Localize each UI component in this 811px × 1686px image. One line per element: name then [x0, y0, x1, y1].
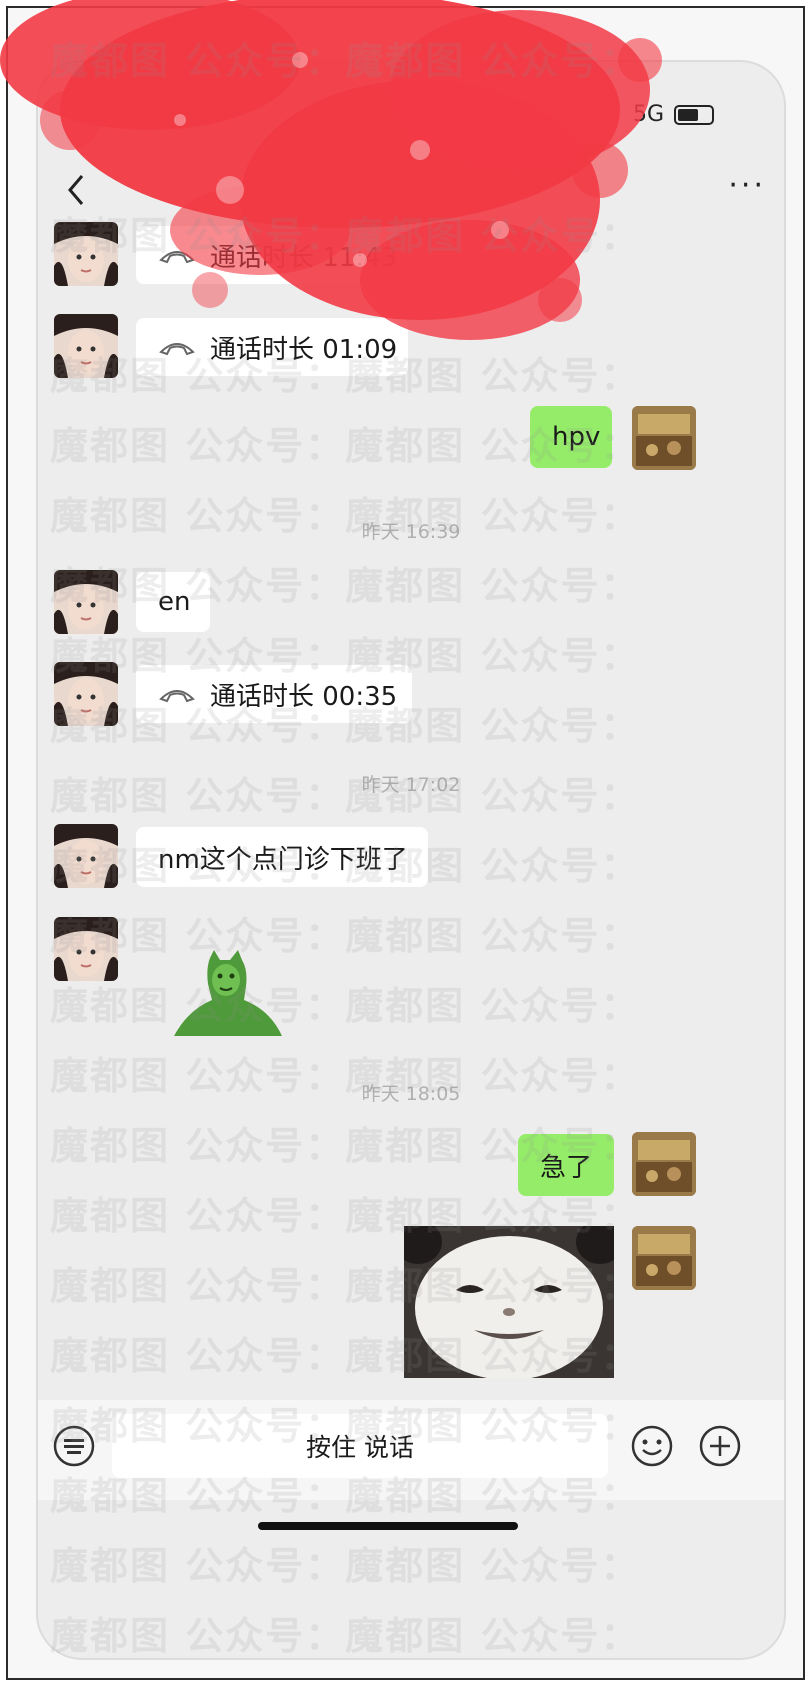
phone-call-icon — [158, 246, 196, 264]
voice-keyboard-icon[interactable] — [52, 1424, 96, 1468]
more-icon[interactable]: ··· — [728, 171, 766, 201]
emoji-icon[interactable] — [630, 1424, 674, 1468]
friend-avatar[interactable] — [54, 222, 118, 286]
phone-call-icon — [158, 338, 196, 356]
outgoing-message-bubble[interactable]: 急了 — [518, 1134, 614, 1196]
self-avatar[interactable] — [632, 406, 696, 470]
phone-screen: 5G ··· 通话时长 11:43 通话时长 01:09 hpv 昨天 16:3… — [36, 60, 786, 1660]
friend-avatar[interactable] — [54, 570, 118, 634]
call-duration-label: 通话时长 00:35 — [210, 681, 398, 712]
input-bar: 按住 说话 — [38, 1400, 784, 1500]
outgoing-message-bubble[interactable]: hpv — [530, 406, 612, 468]
screenshot-frame: 5G ··· 通话时长 11:43 通话时长 01:09 hpv 昨天 16:3… — [6, 6, 805, 1680]
message-text: en — [158, 587, 191, 617]
chevron-left-icon[interactable] — [58, 168, 94, 212]
phone-call-icon — [158, 685, 196, 703]
friend-avatar[interactable] — [54, 662, 118, 726]
chat-header: ··· — [38, 162, 784, 222]
timestamp: 昨天 18:05 — [361, 1083, 461, 1105]
home-indicator — [258, 1522, 518, 1530]
timestamp: 昨天 16:39 — [361, 521, 461, 543]
green-creature-sticker[interactable] — [170, 950, 286, 1038]
call-duration-label: 通话时长 11:43 — [210, 242, 398, 273]
hold-to-talk-button[interactable]: 按住 说话 — [112, 1414, 608, 1478]
plus-icon[interactable] — [698, 1424, 742, 1468]
status-bar: 5G — [633, 102, 714, 127]
incoming-message-bubble[interactable]: nm这个点门诊下班了 — [136, 827, 428, 887]
panda-face-sticker[interactable] — [394, 1220, 624, 1380]
timestamp: 昨天 17:02 — [361, 774, 461, 796]
incoming-message-bubble[interactable]: en — [136, 572, 210, 632]
self-avatar[interactable] — [632, 1226, 696, 1290]
message-text: hpv — [552, 422, 601, 452]
friend-avatar[interactable] — [54, 917, 118, 981]
network-label: 5G — [632, 102, 664, 127]
message-text: 急了 — [540, 1152, 593, 1183]
friend-avatar[interactable] — [54, 314, 118, 378]
battery-icon — [674, 104, 714, 125]
call-duration-label: 通话时长 01:09 — [210, 334, 398, 365]
call-record-bubble[interactable]: 通话时长 01:09 — [136, 318, 408, 376]
message-text: nm这个点门诊下班了 — [158, 844, 408, 875]
friend-avatar[interactable] — [54, 824, 118, 888]
call-record-bubble[interactable]: 通话时长 00:35 — [136, 665, 412, 723]
self-avatar[interactable] — [632, 1132, 696, 1196]
call-record-bubble[interactable]: 通话时长 11:43 — [136, 226, 398, 284]
